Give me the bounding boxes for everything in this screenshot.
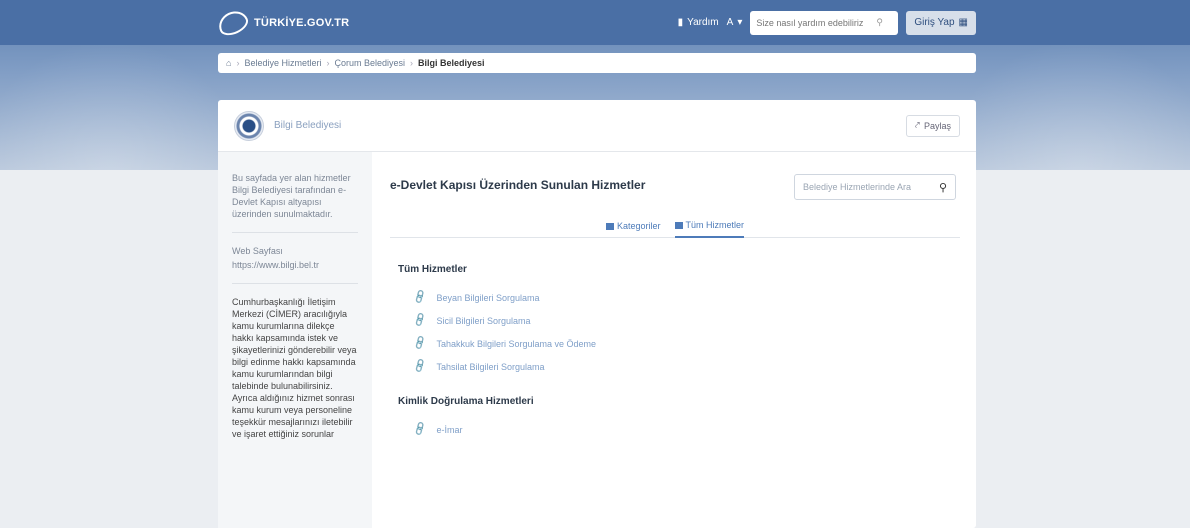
navbar-inner: TÜRKİYE.GOV.TR ▮ Yardım A ▾ ⚲ Giriş Yap … (214, 0, 976, 45)
login-icon: ▦ (958, 17, 968, 28)
tab-categories-label: Kategoriler (616, 221, 661, 231)
font-size-label: A (726, 17, 734, 28)
link-icon: 🔗 (412, 421, 429, 438)
sidebar-web-link[interactable]: https://www.bilgi.bel.tr (232, 259, 358, 271)
institution-card: Bilgi Belediyesi ⤤ Paylaş Bu sayfada yer… (218, 100, 976, 528)
share-icon: ⤤ (914, 120, 920, 130)
breadcrumb-current: Bilgi Belediyesi (418, 58, 485, 68)
section-title-auth-services: Kimlik Doğrulama Hizmetleri (398, 396, 534, 407)
services-panel: e-Devlet Kapısı Üzerinden Sunulan Hizmet… (390, 152, 960, 528)
tab-categories[interactable]: Kategoriler (605, 214, 661, 238)
institution-sidebar: Bu sayfada yer alan hizmetler Bilgi Bele… (218, 152, 372, 528)
all-services-list: 🔗 Beyan Bilgileri Sorgulama 🔗 Sicil Bilg… (412, 286, 596, 378)
share-button-label: Paylaş (923, 120, 951, 131)
header-search-input[interactable] (756, 17, 877, 28)
section-title-all-services: Tüm Hizmetler (398, 264, 467, 275)
list-item[interactable]: 🔗 Tahakkuk Bilgileri Sorgulama ve Ödeme (412, 332, 596, 355)
breadcrumb-separator: › (326, 58, 330, 68)
sidebar-divider (232, 283, 358, 284)
share-button[interactable]: ⤤ Paylaş (905, 114, 960, 137)
home-icon[interactable]: ⌂ (226, 58, 231, 68)
services-search-placeholder: Belediye Hizmetlerinde Ara (803, 182, 912, 192)
help-link[interactable]: ▮ Yardım (678, 17, 719, 28)
help-link-label: Yardım (687, 17, 719, 28)
list-item[interactable]: 🔗 Sicil Bilgileri Sorgulama (412, 309, 596, 332)
search-icon[interactable]: ⚲ (939, 181, 947, 194)
breadcrumb-item-2[interactable]: Çorum Belediyesi (334, 58, 405, 68)
service-link[interactable]: Tahsilat Bilgileri Sorgulama (436, 362, 544, 372)
breadcrumb-separator: › (410, 58, 413, 68)
institution-name: Bilgi Belediyesi (274, 120, 342, 131)
logo-text: TÜRKİYE.GOV.TR (254, 16, 350, 29)
sidebar-cimer-notice: Cumhurbaşkanlığı İletişim Merkezi (CİMER… (232, 297, 357, 439)
list-item[interactable]: 🔗 e-İmar (412, 418, 462, 441)
breadcrumb-item-1[interactable]: Belediye Hizmetleri (244, 58, 321, 68)
grid-icon (605, 222, 614, 230)
institution-header: Bilgi Belediyesi ⤤ Paylaş (218, 100, 976, 152)
link-icon: 🔗 (412, 289, 429, 306)
service-link[interactable]: e-İmar (436, 425, 462, 435)
chevron-down-icon: ▾ (737, 17, 743, 28)
institution-emblem-icon (234, 110, 264, 141)
list-item[interactable]: 🔗 Tahsilat Bilgileri Sorgulama (412, 355, 596, 378)
list-item[interactable]: 🔗 Beyan Bilgileri Sorgulama (412, 286, 596, 309)
site-logo[interactable]: TÜRKİYE.GOV.TR (214, 6, 350, 39)
top-navbar: TÜRKİYE.GOV.TR ▮ Yardım A ▾ ⚲ Giriş Yap … (0, 0, 1190, 45)
search-icon[interactable]: ⚲ (876, 17, 883, 28)
chat-bubble-icon: ▮ (677, 17, 684, 28)
service-link[interactable]: Sicil Bilgileri Sorgulama (436, 316, 530, 326)
services-title: e-Devlet Kapısı Üzerinden Sunulan Hizmet… (390, 178, 646, 192)
link-icon: 🔗 (412, 335, 429, 352)
navbar-right: ▮ Yardım A ▾ ⚲ Giriş Yap ▦ (678, 10, 976, 35)
services-search[interactable]: Belediye Hizmetlerinde Ara ⚲ (794, 174, 956, 200)
link-icon: 🔗 (412, 312, 429, 329)
services-tabs: Kategoriler Tüm Hizmetler (390, 214, 960, 238)
auth-services-list: 🔗 e-İmar (412, 418, 462, 441)
login-button[interactable]: Giriş Yap ▦ (906, 10, 976, 35)
list-icon (674, 221, 683, 229)
sidebar-web-label: Web Sayfası (232, 246, 283, 256)
header-search: ⚲ (750, 10, 899, 35)
logo-swoosh-icon (214, 6, 252, 39)
breadcrumb: ⌂ › Belediye Hizmetleri › Çorum Belediye… (218, 53, 976, 73)
font-size-toggle[interactable]: A ▾ (727, 17, 743, 28)
login-button-label: Giriş Yap (914, 17, 955, 28)
breadcrumb-separator: › (236, 58, 240, 68)
link-icon: 🔗 (412, 358, 429, 375)
sidebar-intro: Bu sayfada yer alan hizmetler Bilgi Bele… (232, 173, 351, 219)
tab-all-services-label: Tüm Hizmetler (685, 220, 745, 230)
sidebar-divider (232, 232, 358, 233)
tab-all-services[interactable]: Tüm Hizmetler (674, 214, 745, 238)
service-link[interactable]: Tahakkuk Bilgileri Sorgulama ve Ödeme (436, 339, 596, 349)
service-link[interactable]: Beyan Bilgileri Sorgulama (436, 293, 539, 303)
